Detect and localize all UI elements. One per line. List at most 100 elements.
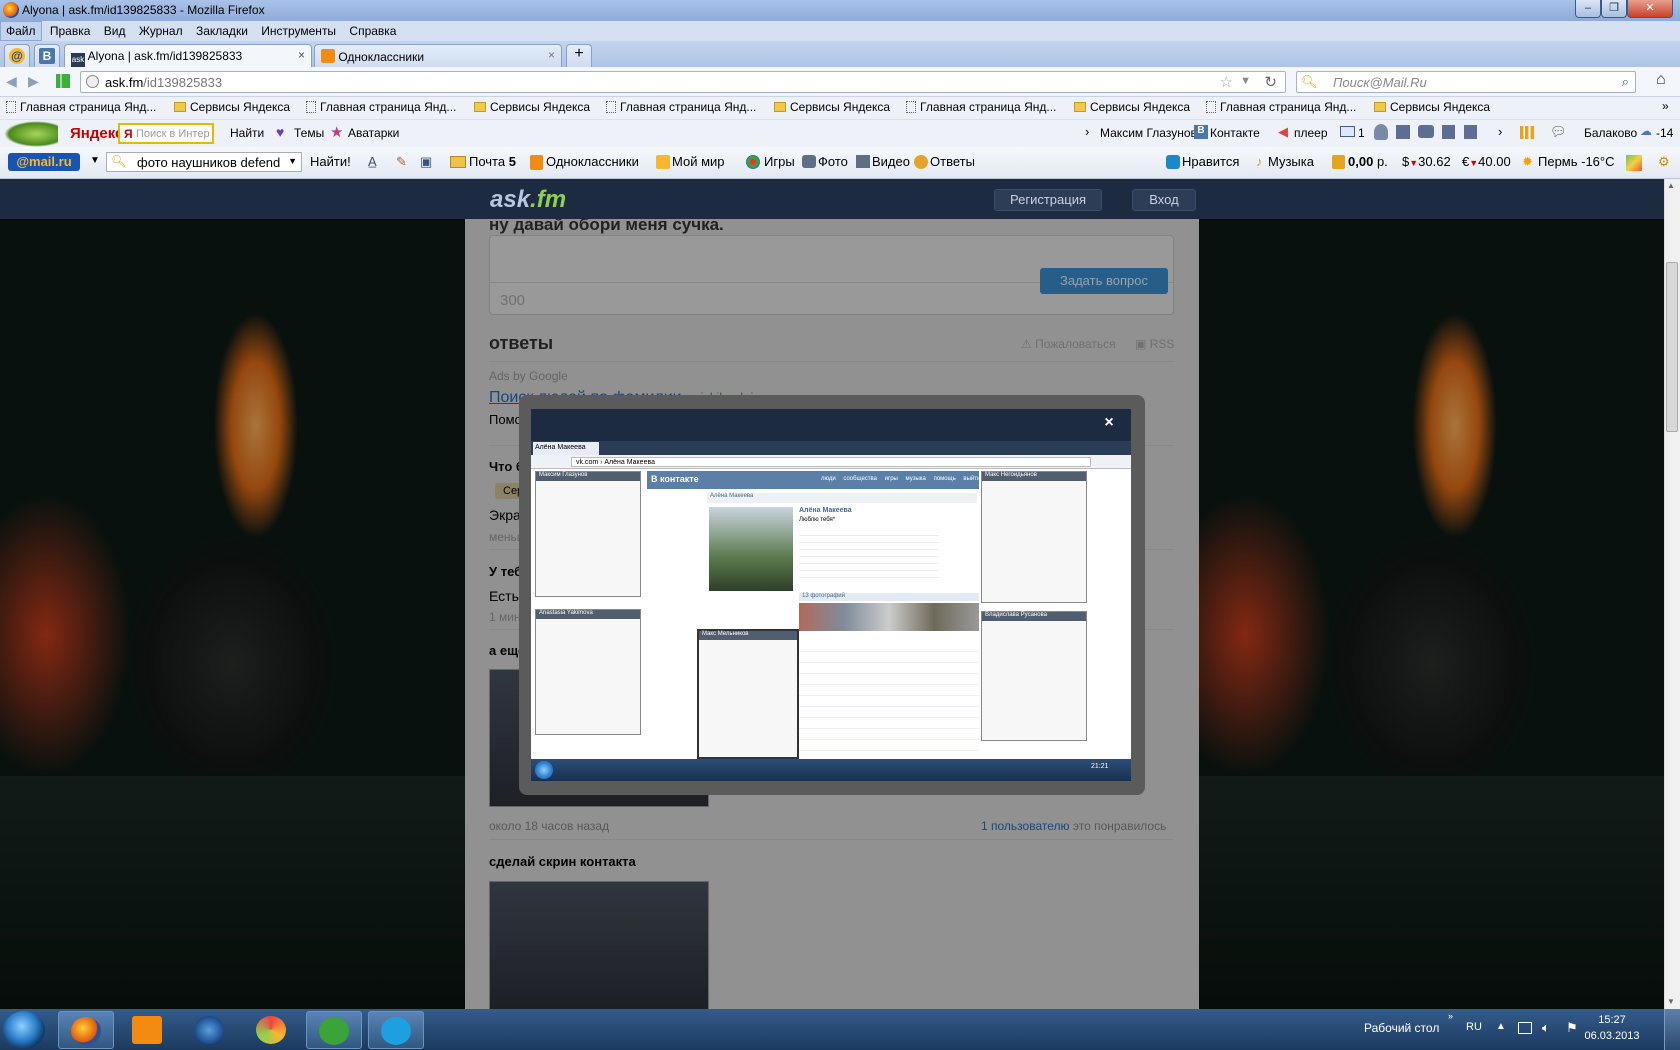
photo-link[interactable]: Фото	[818, 154, 848, 169]
bookmark-folder[interactable]: Сервисы Яндекса	[1374, 100, 1490, 114]
mailru-search-input[interactable]: 🔍︎ фото наушников defend ▼	[106, 152, 302, 172]
myworld-link[interactable]: Мой мир	[672, 154, 725, 169]
taskbar-odnoklassniki[interactable]	[120, 1011, 176, 1049]
yandex-search-input[interactable]: Я Поиск в Интер	[118, 123, 214, 144]
frame-icon[interactable]: ▣	[420, 154, 432, 170]
like-link[interactable]: Нравится	[1182, 154, 1239, 169]
chevron-right-icon[interactable]: ›	[1498, 124, 1502, 139]
menu-edit[interactable]: Правка	[45, 22, 96, 40]
back-arrow-icon[interactable]: ◀	[6, 73, 17, 90]
eur-rate[interactable]: €▼40.00	[1462, 154, 1511, 169]
disk-icon[interactable]	[1442, 125, 1455, 139]
envelope-icon[interactable]	[1340, 126, 1355, 137]
settings-gear-icon[interactable]: ⚙	[1658, 154, 1670, 170]
yandex-find-button[interactable]: Найти	[230, 126, 264, 140]
scroll-down-arrow-icon[interactable]: ▼	[1667, 997, 1675, 1006]
music-link[interactable]: Музыка	[1268, 154, 1314, 169]
forward-arrow-icon[interactable]: ▶	[28, 73, 39, 90]
show-desktop-button[interactable]	[1664, 1009, 1680, 1050]
search-bar[interactable]: 🔍︎ Поиск@Mail.Ru ⌕	[1296, 71, 1636, 93]
minimize-button[interactable]: –	[1575, 0, 1601, 18]
highlighter-icon[interactable]: ✎	[396, 154, 407, 170]
mailru-logo[interactable]: @mail.ru	[8, 153, 80, 171]
register-button[interactable]: Регистрация	[994, 189, 1102, 211]
person-icon[interactable]	[1374, 124, 1388, 140]
answers-link[interactable]: Ответы	[930, 154, 975, 169]
url-bar[interactable]: ask.fm/id139825833 ☆ ▼ ↻	[80, 71, 1286, 93]
action-center-flag-icon[interactable]: ⚑	[1566, 1020, 1578, 1036]
taskbar-firefox[interactable]	[58, 1011, 114, 1049]
menu-help[interactable]: Справка	[344, 22, 401, 40]
bookmark-folder[interactable]: Сервисы Яндекса	[1074, 100, 1190, 114]
language-indicator[interactable]: RU	[1466, 1021, 1482, 1033]
star-icon[interactable]: ☆	[1220, 73, 1233, 91]
bookmark-folder[interactable]: Сервисы Яндекса	[174, 100, 290, 114]
usd-rate[interactable]: $▼30.62	[1402, 154, 1451, 169]
chevron-right-icon[interactable]: ›	[1085, 124, 1089, 139]
taskbar-mailru-agent[interactable]	[182, 1011, 238, 1049]
network-icon[interactable]	[1518, 1022, 1532, 1034]
taskbar-icq[interactable]	[244, 1011, 300, 1049]
tab-label: Одноклассники	[338, 50, 425, 64]
home-icon[interactable]: ⌂	[1656, 71, 1666, 89]
maximize-button[interactable]: ❐	[1601, 0, 1627, 18]
mail-link[interactable]: Почта 5	[469, 154, 516, 169]
bookmark-folder[interactable]: Сервисы Яндекса	[774, 100, 890, 114]
mailru-find-button[interactable]: Найти!	[310, 154, 351, 169]
video-link[interactable]: Видео	[872, 154, 910, 169]
camera-icon[interactable]	[1418, 125, 1434, 138]
menu-history[interactable]: Журнал	[134, 22, 188, 40]
vk-link[interactable]: Контакте	[1210, 126, 1260, 140]
tab-askfm[interactable]: ask Alyona | ask.fm/id139825833 ×	[64, 44, 312, 67]
bookmark-item[interactable]: Главная страница Янд...	[1206, 100, 1356, 114]
chat-bubble-icon[interactable]: 💬︎	[1550, 124, 1567, 140]
dropdown-arrow-icon[interactable]: ▼	[1240, 75, 1251, 87]
volume-icon[interactable]: 🔈︎	[1542, 1020, 1550, 1036]
bookmark-item[interactable]: Главная страница Янд...	[606, 100, 756, 114]
tab-pinned-vk[interactable]: B	[34, 44, 60, 67]
player-button[interactable]: плеер	[1294, 126, 1328, 140]
theme-icon[interactable]	[1626, 155, 1642, 171]
dropdown-arrow-icon[interactable]: ▼	[90, 155, 100, 166]
reload-icon[interactable]: ↻	[1264, 73, 1277, 91]
dropdown-arrow-icon[interactable]: ▼	[288, 156, 297, 166]
close-window-button[interactable]: ✕	[1627, 0, 1673, 18]
askfm-logo[interactable]: ask.fm	[490, 186, 566, 214]
games-link[interactable]: Игры	[764, 154, 795, 169]
taskbar-utorrent[interactable]	[306, 1011, 362, 1049]
ok-link[interactable]: Одноклассники	[546, 154, 639, 169]
scrollbar-thumb[interactable]	[1666, 262, 1678, 432]
lightbox-close-button[interactable]: ×	[1099, 414, 1119, 434]
tab-close-icon[interactable]: ×	[298, 48, 305, 62]
chevron-more-icon[interactable]: »	[1662, 99, 1669, 113]
menu-tools[interactable]: Инструменты	[256, 22, 341, 40]
user-name[interactable]: Максим Глазунов	[1100, 126, 1197, 140]
tab-odnoklassniki[interactable]: Одноклассники ×	[314, 44, 562, 67]
search-go-icon[interactable]: ⌕	[1622, 74, 1629, 90]
notes-icon[interactable]	[1464, 125, 1477, 139]
bookmark-folder[interactable]: Сервисы Яндекса	[474, 100, 590, 114]
tab-close-icon[interactable]: ×	[548, 48, 555, 62]
menu-view[interactable]: Вид	[99, 22, 131, 40]
menu-file[interactable]: Файл	[0, 21, 42, 41]
desktop-label[interactable]: Рабочий стол	[1364, 1021, 1439, 1035]
taskbar-skype[interactable]	[368, 1011, 424, 1049]
bookmark-item[interactable]: Главная страница Янд...	[6, 100, 156, 114]
themes-button[interactable]: Темы	[294, 126, 324, 140]
taskbar-clock[interactable]: 15:27 06.03.2013	[1582, 1012, 1642, 1044]
menu-bookmarks[interactable]: Закладки	[191, 22, 253, 40]
avatars-button[interactable]: Аватарки	[348, 126, 399, 140]
weather[interactable]: Пермь -16°C	[1538, 154, 1615, 169]
balance[interactable]: 0,00 р.	[1348, 154, 1388, 169]
text-format-icon[interactable]: A̲	[368, 154, 377, 169]
tab-pinned-mail[interactable]: @	[4, 44, 30, 67]
new-tab-button[interactable]: +	[566, 44, 592, 67]
login-button[interactable]: Вход	[1132, 189, 1196, 211]
bookmark-item[interactable]: Главная страница Янд...	[306, 100, 456, 114]
contacts-icon[interactable]	[1396, 125, 1410, 139]
chevron-more-icon[interactable]: »	[1448, 1011, 1453, 1021]
scroll-up-arrow-icon[interactable]: ▲	[1667, 181, 1675, 190]
bookmark-item[interactable]: Главная страница Янд...	[906, 100, 1056, 114]
start-button[interactable]	[3, 1011, 45, 1049]
tray-expand-icon[interactable]: ▲	[1496, 1021, 1506, 1032]
